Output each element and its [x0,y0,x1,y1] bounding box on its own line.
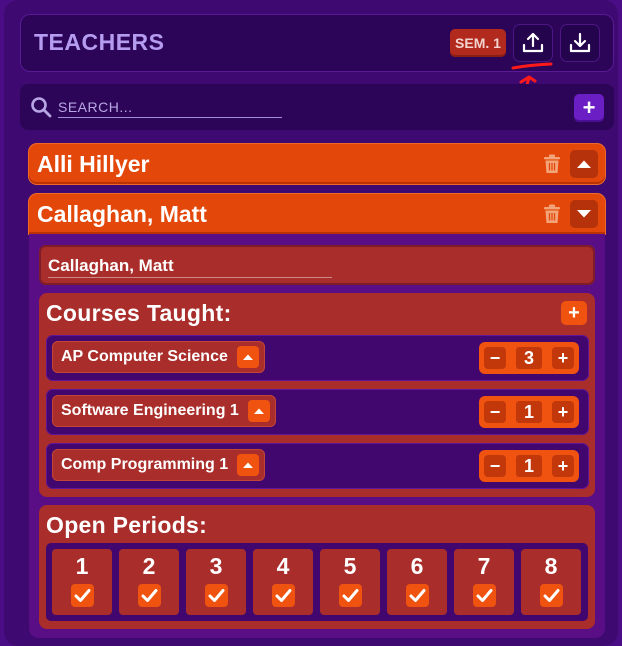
period-checkbox[interactable] [205,584,228,607]
course-toggle-button[interactable] [247,400,270,422]
period-checkbox[interactable] [339,584,362,607]
checkmark-icon [141,589,158,602]
chevron-down-icon [577,210,591,218]
period-number: 4 [276,553,290,579]
course-name: Software Engineering 1 [61,402,239,419]
checkmark-icon [543,589,560,602]
checkmark-icon [409,589,426,602]
period-checkbox[interactable] [138,584,161,607]
checkmark-icon [208,589,225,602]
quantity-stepper: − 3 + [479,342,579,374]
course-row: AP Computer Science − 3 + [46,335,589,381]
course-name: AP Computer Science [61,348,228,365]
search-bar: + [20,84,614,130]
quantity-stepper: − 1 + [479,450,579,482]
period-number: 5 [343,553,357,579]
course-row: Comp Programming 1 − 1 + [46,443,589,489]
teacher-name: Alli Hillyer [37,151,150,177]
upload-button[interactable] [513,24,553,62]
period-cell: 1 [52,549,112,615]
period-number: 1 [75,553,89,579]
teacher-name: Callaghan, Matt [37,201,207,227]
teacher-row[interactable]: Callaghan, Matt [29,194,605,234]
course-toggle-button[interactable] [237,454,260,476]
download-button[interactable] [560,24,600,62]
expand-toggle-button[interactable] [570,150,598,178]
search-input[interactable] [58,96,282,118]
course-count: 3 [516,347,542,369]
decrement-button[interactable]: − [484,401,506,423]
period-checkbox[interactable] [272,584,295,607]
chevron-up-icon [253,408,264,414]
trash-icon[interactable] [543,204,561,224]
checkmark-icon [275,589,292,602]
open-periods-title: Open Periods: [46,512,208,538]
period-number: 8 [544,553,558,579]
chevron-up-icon [242,354,253,360]
teachers-panel: TEACHERS SEM. 1 + Alli Hillyer [4,0,618,646]
add-course-button[interactable]: + [561,301,587,325]
course-toggle-button[interactable] [236,346,259,368]
increment-button[interactable]: + [552,347,574,369]
period-cell: 4 [253,549,313,615]
collapse-toggle-button[interactable] [570,200,598,228]
upload-icon [522,32,544,53]
course-name: Comp Programming 1 [61,456,229,473]
teacher-detail-panel: Courses Taught: + AP Computer Science − … [29,234,605,638]
period-cell: 5 [320,549,380,615]
period-checkbox[interactable] [406,584,429,607]
course-chip[interactable]: AP Computer Science [52,341,265,373]
name-field-container [39,245,595,285]
period-number: 3 [209,553,223,579]
period-cell: 3 [186,549,246,615]
checkmark-icon [74,589,91,602]
course-row: Software Engineering 1 − 1 + [46,389,589,435]
semester-badge[interactable]: SEM. 1 [450,29,506,57]
period-checkbox[interactable] [540,584,563,607]
period-checkbox[interactable] [473,584,496,607]
page-title: TEACHERS [34,29,165,55]
checkmark-icon [476,589,493,602]
search-icon [31,97,52,118]
period-number: 2 [142,553,156,579]
courses-section: Courses Taught: + AP Computer Science − … [39,293,595,497]
download-icon [569,32,591,53]
decrement-button[interactable]: − [484,347,506,369]
course-chip[interactable]: Comp Programming 1 [52,449,266,481]
chevron-up-icon [577,160,591,168]
decrement-button[interactable]: − [484,455,506,477]
open-periods-section: Open Periods: 1 2 3 4 5 6 7 8 [39,505,595,629]
trash-icon[interactable] [543,154,561,174]
quantity-stepper: − 1 + [479,396,579,428]
course-count: 1 [516,401,542,423]
chevron-up-icon [243,462,254,468]
course-chip[interactable]: Software Engineering 1 [52,395,276,427]
period-checkbox[interactable] [71,584,94,607]
add-teacher-button[interactable]: + [574,94,604,122]
teacher-name-input[interactable] [48,254,332,278]
period-cell: 2 [119,549,179,615]
courses-title: Courses Taught: [46,300,232,326]
teacher-row[interactable]: Alli Hillyer [29,144,605,184]
period-number: 6 [410,553,424,579]
periods-grid: 1 2 3 4 5 6 7 8 [46,543,588,621]
period-cell: 6 [387,549,447,615]
period-cell: 8 [521,549,581,615]
increment-button[interactable]: + [552,401,574,423]
period-cell: 7 [454,549,514,615]
period-number: 7 [477,553,491,579]
increment-button[interactable]: + [552,455,574,477]
checkmark-icon [342,589,359,602]
course-count: 1 [516,455,542,477]
